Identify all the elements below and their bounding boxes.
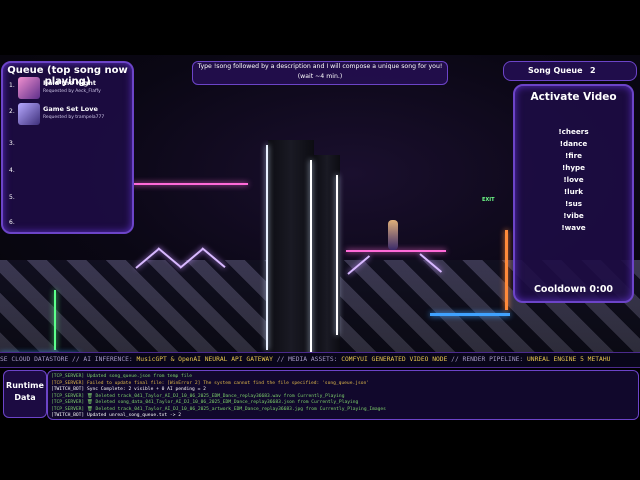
- queue-requester: Requested by Aeck_Flaffy: [43, 89, 101, 94]
- activate-video-panel: Activate Video !cheers !dance !fire !hyp…: [513, 84, 634, 303]
- command-fire: !fire: [564, 151, 583, 160]
- queue-item-number: 3.: [9, 140, 15, 147]
- queue-item-number: 4.: [9, 167, 15, 174]
- song-queue-counter: Song Queue 2: [503, 61, 637, 81]
- command-hype: !hype: [561, 163, 586, 172]
- command-dance: !dance: [559, 139, 588, 148]
- dancer-figure: [388, 220, 398, 250]
- ticker-segment: COMFYUI GENERATED VIDEO NODE: [341, 356, 448, 363]
- neon-tube: [430, 313, 510, 316]
- queue-item-number: 6.: [9, 219, 15, 226]
- ticker-segment: UNREAL ENGINE 5 METAHU: [527, 356, 611, 363]
- command-wave: !wave: [561, 223, 586, 232]
- log-line: [TCP_SERVER] 🗑 Deleted track_041_Taylor_…: [51, 406, 386, 412]
- queue-song-title: Raid the Night: [43, 79, 96, 87]
- neon-tube: [336, 175, 338, 335]
- queue-panel: Queue (top song now playing) 1. Raid the…: [1, 61, 134, 234]
- album-art-thumbnail: [18, 103, 40, 125]
- queue-item-number: 2.: [9, 108, 15, 115]
- queue-item: 6.: [9, 214, 125, 238]
- queue-song-title: Game Set Love: [43, 105, 98, 113]
- queue-item-number: 1.: [9, 82, 15, 89]
- song-instruction-banner: Type !song followed by a description and…: [192, 61, 448, 85]
- activate-video-title: Activate Video: [530, 91, 617, 103]
- command-sus: !sus: [565, 199, 582, 208]
- log-line: [TCP_SERVER] Updated song_queue.json fro…: [51, 374, 193, 379]
- neon-tube: [54, 290, 56, 350]
- log-line: [TWITCH_BOT] Sync Complete: 2 visible + …: [51, 387, 206, 392]
- center-pillar-left: [268, 140, 314, 352]
- runtime-label-line: Data: [14, 393, 36, 402]
- queue-requester: Requested by trampela777: [43, 115, 105, 120]
- neon-tube: [310, 160, 312, 352]
- runtime-data-label: Runtime Data: [3, 370, 47, 418]
- queue-item: 5.: [9, 189, 125, 213]
- ticker-segment: SE CLOUD DATASTORE // AI INFERENCE:: [0, 356, 137, 363]
- ticker-segment: // MEDIA ASSETS:: [272, 356, 342, 363]
- exit-sign: EXIT: [482, 197, 495, 203]
- command-lurk: !lurk: [563, 187, 584, 196]
- tech-stack-ticker: SE CLOUD DATASTORE // AI INFERENCE: Musi…: [0, 352, 640, 368]
- song-queue-label: Song Queue: [528, 66, 583, 75]
- command-cheers: !cheers: [558, 127, 589, 136]
- neon-tube: [266, 145, 268, 350]
- instruction-line: Type !song followed by a description and…: [197, 63, 443, 70]
- neon-tube: [505, 230, 508, 310]
- ticker-segment: MusicGPT & OpenAI NEURAL API GATEWAY: [136, 356, 273, 363]
- runtime-label-line: Runtime: [6, 381, 44, 390]
- runtime-log-console: [TCP_SERVER] Updated song_queue.json fro…: [47, 370, 639, 420]
- instruction-wait-note: (wait ~4 min.): [297, 73, 343, 80]
- queue-item-number: 5.: [9, 194, 15, 201]
- log-line: [TCP_SERVER] 🗑 Deleted song_data_041_Tay…: [51, 400, 359, 405]
- queue-item: 3.: [9, 135, 125, 159]
- command-love: !love: [563, 175, 584, 184]
- neon-tube: [346, 250, 446, 252]
- album-art-thumbnail: [18, 77, 40, 99]
- song-queue-count: 2: [590, 66, 596, 75]
- log-line: [TCP_SERVER] Failed to update final file…: [51, 380, 370, 386]
- queue-item: 4.: [9, 162, 125, 186]
- queue-item[interactable]: 1. Raid the Night Requested by Aeck_Flaf…: [9, 77, 125, 101]
- log-line: [TCP_SERVER] 🗑 Deleted track_041_Taylor_…: [51, 393, 345, 399]
- neon-tube: [132, 183, 248, 185]
- log-line: [TWITCH_BOT] Updated unreal_song_queue.t…: [51, 413, 181, 418]
- cooldown-timer: Cooldown 0:00: [533, 284, 614, 295]
- black-letterbox: [0, 420, 640, 480]
- queue-item[interactable]: 2. Game Set Love Requested by trampela77…: [9, 103, 125, 127]
- command-vibe: !vibe: [563, 211, 584, 220]
- ticker-segment: // RENDER PIPELINE:: [447, 356, 527, 363]
